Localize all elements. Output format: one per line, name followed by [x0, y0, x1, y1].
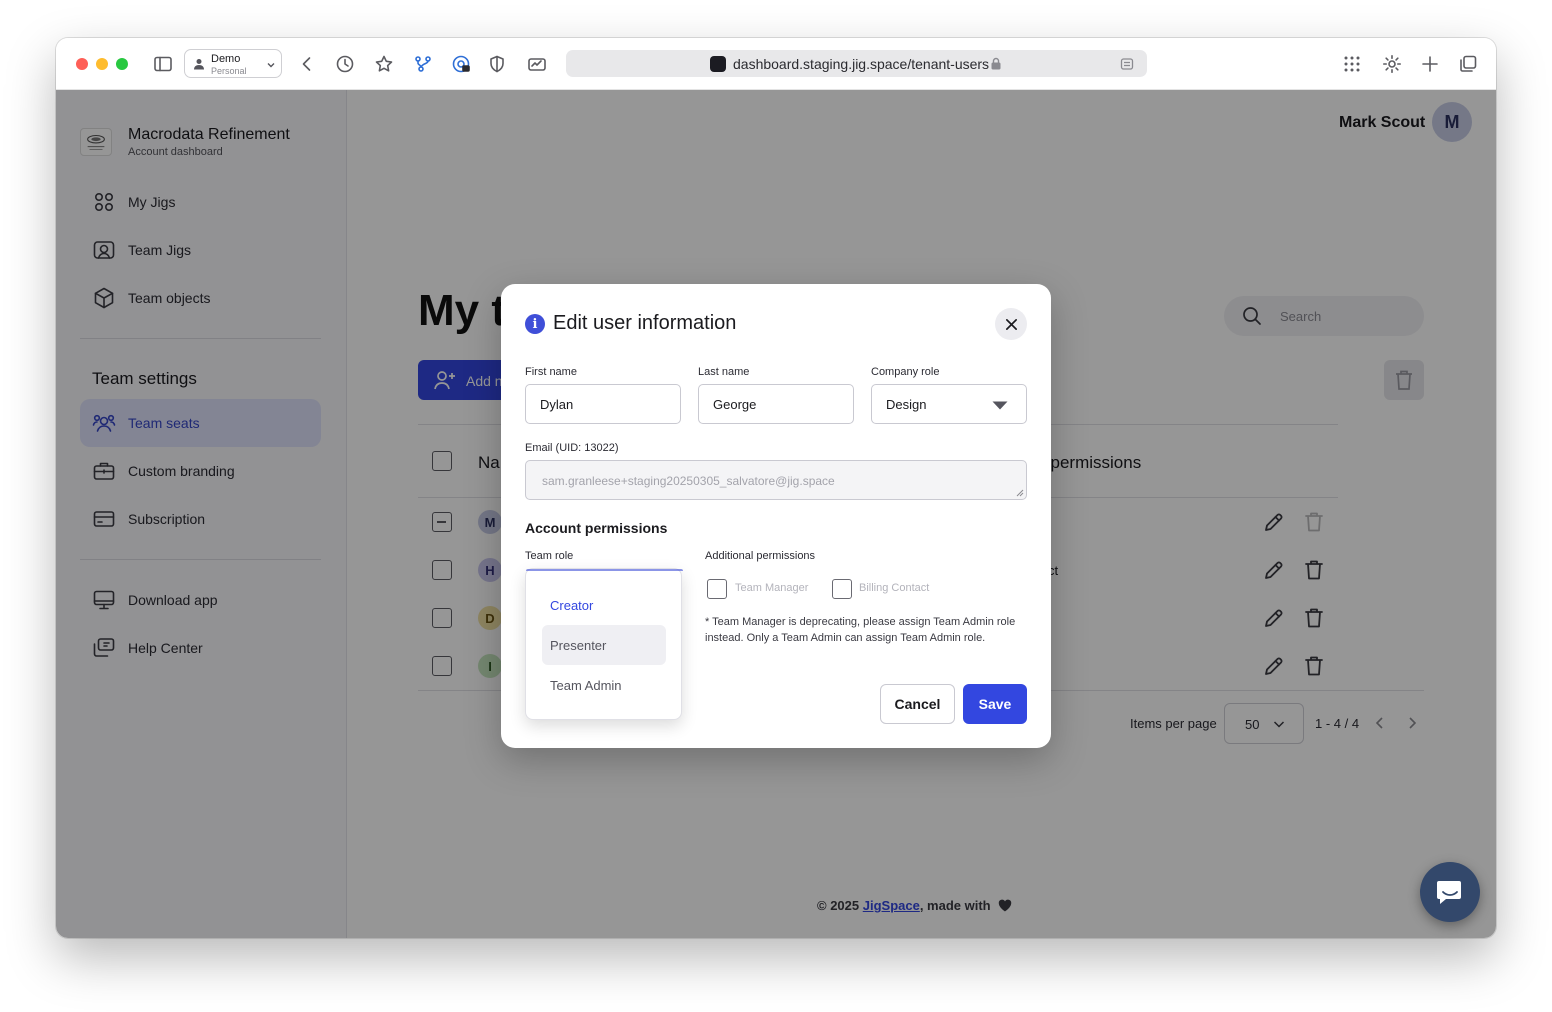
- shield-icon[interactable]: [486, 53, 508, 75]
- chat-bubble-icon: [1437, 881, 1461, 904]
- team-role-option-team-admin[interactable]: Team Admin: [542, 665, 666, 705]
- last-name-field[interactable]: [698, 384, 854, 424]
- email-field: sam.granleese+staging20250305_salvatore@…: [525, 460, 1027, 500]
- team-role-dropdown: Creator Presenter Team Admin: [525, 568, 683, 720]
- caret-down-icon: [992, 401, 1008, 410]
- team-manager-deprecation-note: * Team Manager is deprecating, please as…: [705, 616, 1016, 644]
- option-label: Team Admin: [550, 678, 622, 693]
- company-role-value: Design: [886, 397, 927, 412]
- tab-overview-icon[interactable]: [1457, 53, 1479, 75]
- profile-name: Demo: [211, 53, 241, 65]
- company-role-select[interactable]: Design: [871, 384, 1027, 424]
- apps-grid-icon[interactable]: [1341, 53, 1363, 75]
- email-value: sam.granleese+staging20250305_salvatore@…: [542, 474, 835, 488]
- team-role-label: Team role: [525, 550, 574, 562]
- option-label: Creator: [550, 598, 594, 613]
- last-name-label: Last name: [698, 366, 750, 378]
- team-role-option-creator[interactable]: Creator: [542, 585, 666, 625]
- resize-handle-icon: [1016, 489, 1024, 497]
- dashboard-page: Macrodata Refinement Account dashboard M…: [56, 90, 1496, 938]
- browser-window: Demo Personal dashboard.staging.jig.spac…: [56, 38, 1496, 938]
- history-icon[interactable]: [334, 53, 356, 75]
- url-text: dashboard.staging.jig.space/tenant-users: [733, 56, 990, 72]
- team-manager-checkbox[interactable]: [707, 579, 727, 599]
- new-tab-plus-icon[interactable]: [1419, 53, 1441, 75]
- dropdown-focus-edge: [526, 569, 683, 571]
- company-role-label: Company role: [871, 366, 940, 378]
- profile-switcher[interactable]: Demo Personal: [184, 49, 282, 78]
- annotate-icon[interactable]: [526, 53, 548, 75]
- billing-contact-checkbox[interactable]: [832, 579, 852, 599]
- close-dialog-button[interactable]: [995, 308, 1027, 340]
- person-icon: [194, 59, 204, 70]
- team-manager-label: Team Manager: [735, 582, 809, 594]
- save-button[interactable]: Save: [963, 684, 1027, 724]
- sidebar-toggle-icon[interactable]: [152, 53, 174, 75]
- zoom-window-button[interactable]: [116, 58, 128, 70]
- option-label: Presenter: [550, 638, 607, 653]
- chevron-down-icon: [267, 63, 275, 68]
- first-name-label: First name: [525, 366, 577, 378]
- profile-type: Personal: [211, 66, 247, 76]
- extension-graph-icon[interactable]: [412, 53, 434, 75]
- first-name-field[interactable]: [525, 384, 681, 424]
- additional-permissions-label: Additional permissions: [705, 550, 816, 562]
- bookmark-star-icon[interactable]: [373, 53, 395, 75]
- dialog-title: Edit user information: [553, 312, 737, 334]
- edit-user-dialog: i Edit user information First name Last …: [501, 284, 1051, 748]
- gear-icon[interactable]: [1381, 53, 1403, 75]
- cancel-button[interactable]: Cancel: [880, 684, 955, 724]
- minimize-window-button[interactable]: [96, 58, 108, 70]
- close-window-button[interactable]: [76, 58, 88, 70]
- chat-launcher-button[interactable]: [1420, 862, 1480, 922]
- browser-toolbar: Demo Personal dashboard.staging.jig.spac…: [56, 38, 1496, 90]
- account-permissions-title: Account permissions: [525, 520, 668, 536]
- close-icon: [1005, 318, 1017, 330]
- info-icon: i: [525, 314, 545, 334]
- reader-mode-icon[interactable]: [1120, 57, 1134, 71]
- site-favicon: [710, 56, 726, 72]
- address-bar[interactable]: dashboard.staging.jig.space/tenant-users: [566, 50, 1147, 77]
- password-manager-icon[interactable]: [450, 53, 472, 75]
- back-icon[interactable]: [296, 53, 318, 75]
- lock-icon: [991, 57, 1001, 70]
- team-role-option-presenter[interactable]: Presenter: [542, 625, 666, 665]
- email-label: Email (UID: 13022): [525, 442, 619, 454]
- billing-contact-label: Billing Contact: [859, 582, 930, 594]
